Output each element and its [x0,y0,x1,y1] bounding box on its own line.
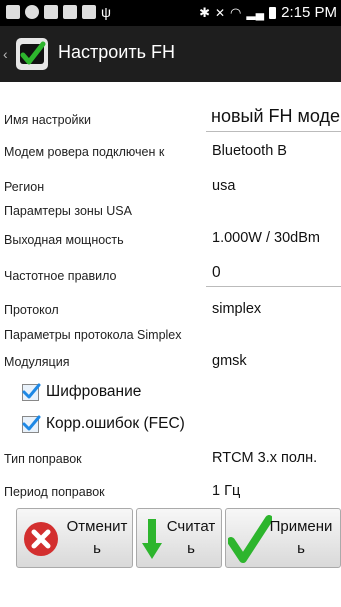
button-label-line2: ь [297,540,305,557]
field-protocol[interactable]: Протокол simplex [0,298,341,320]
field-label: Частотное правило [4,269,117,283]
button-label-line1: Отменит [66,518,128,535]
app-logo-icon[interactable] [14,36,50,72]
field-label: Период поправок [4,485,105,499]
notification-icon [63,5,77,19]
field-frequency-rule[interactable]: Частотное правило 0 [0,262,341,287]
section-usa-params: Парамтеры зоны USA [0,203,341,221]
notification-icon [25,5,39,19]
cancel-icon [24,522,58,556]
field-output-power[interactable]: Выходная мощность 1.000W / 30dBm [0,228,341,250]
status-bar: ψ ✱ ✕ ◠ ▂▄ 2:15 PM [0,0,341,26]
notification-icon [6,5,20,19]
section-simplex-params: Параметры протокола Simplex [0,327,341,345]
button-label-line2: ь [93,540,101,557]
button-label-line2: ь [187,540,195,557]
name-input[interactable]: новый FH модем [211,106,341,127]
modulation-select[interactable]: gmsk [212,353,247,369]
checkbox-encryption[interactable]: Шифрование [22,383,141,401]
checkbox[interactable] [22,415,41,433]
action-bar: ‹ Настроить FH [0,26,341,82]
field-label: Имя настройки [4,113,91,127]
region-select[interactable]: usa [212,178,235,194]
checkbox[interactable] [22,383,41,401]
checkbox-label: Шифрование [46,383,142,400]
checkbox-fec[interactable]: Корр.ошибок (FEC) [22,415,185,433]
field-label: Тип поправок [4,452,82,466]
power-select[interactable]: 1.000W / 30dBm [212,230,320,246]
button-label-line1: Считат [166,518,216,535]
checkmark-icon [22,383,41,398]
apply-button[interactable]: Примени ь [225,508,341,568]
clock: 2:15 PM [281,4,337,21]
cancel-button[interactable]: Отменит ь [16,508,133,568]
notification-icon [82,5,96,19]
field-label: Модем ровера подключен к [4,145,165,159]
section-label: Параметры протокола Simplex [4,328,182,342]
page-title: Настроить FH [58,42,175,62]
correction-type-select[interactable]: RTCM 3.x полн. [212,450,317,466]
bluetooth-icon: ✱ [199,4,210,20]
wifi-icon: ◠ [230,4,242,20]
checkmark-icon [22,415,41,430]
battery-icon [269,6,277,19]
field-name[interactable]: Имя настройки новый FH модем [0,104,341,132]
correction-period-select[interactable]: 1 Гц [212,483,240,499]
field-modulation[interactable]: Модуляция gmsk [0,350,341,372]
back-chevron-icon[interactable]: ‹ [3,46,8,62]
signal-icon: ▂▄ [246,5,265,20]
field-correction-period[interactable]: Период поправок 1 Гц [0,480,341,502]
protocol-select[interactable]: simplex [212,301,261,317]
checkbox-label: Корр.ошибок (FEC) [46,415,185,432]
field-label: Регион [4,180,45,194]
mute-icon: ✕ [214,5,226,20]
input-underline [206,131,341,132]
field-label: Модуляция [4,355,70,369]
notification-icon [44,5,58,19]
frequency-rule-input[interactable]: 0 [212,264,221,282]
section-label: Парамтеры зоны USA [4,204,132,218]
field-region[interactable]: Регион usa [0,175,341,197]
field-label: Выходная мощность [4,233,124,247]
button-label-line1: Примени [269,518,333,535]
usb-icon: ψ [101,4,111,20]
field-label: Протокол [4,303,59,317]
field-correction-type[interactable]: Тип поправок RTCM 3.x полн. [0,447,341,469]
input-underline [206,286,341,287]
connection-select[interactable]: Bluetooth B [212,143,287,159]
button-bar: Отменит ь Считат ь Примени ь [16,508,341,570]
field-connection[interactable]: Модем ровера подключен к Bluetooth B [0,140,341,162]
read-button[interactable]: Считат ь [136,508,222,568]
